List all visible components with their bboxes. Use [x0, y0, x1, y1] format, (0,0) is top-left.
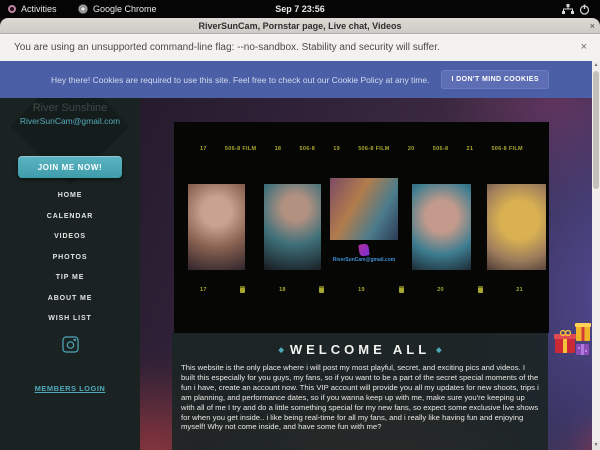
diamond-decor-icon: ◆ [430, 347, 447, 354]
film-icon [399, 286, 404, 293]
site-logo-icon [358, 243, 370, 256]
carousel-top-labels: 17 506-8 FILM 18 506-8 19 506-8 FILM 20 … [174, 146, 549, 152]
window-close-icon[interactable]: × [590, 18, 595, 34]
tag-label: 506-8 FILM [225, 146, 256, 152]
power-icon [579, 4, 590, 15]
welcome-body-text: This website is the only place where i w… [181, 363, 539, 432]
cookie-accept-button[interactable]: I DON'T MIND COOKIES [441, 70, 548, 89]
carousel-bottom-labels: 17 18 19 20 21 [174, 286, 549, 293]
carousel-thumbnail[interactable] [487, 184, 546, 270]
clock-label: Sep 7 23:56 [275, 4, 325, 14]
join-me-now-button[interactable]: JOIN ME NOW! [18, 156, 122, 178]
system-tray[interactable] [562, 0, 590, 18]
media-carousel: 17 506-8 FILM 18 506-8 19 506-8 FILM 20 … [174, 122, 549, 333]
site-logo-caption: RiverSunCam@gmail.com [330, 257, 398, 263]
welcome-panel: ◆WELCOME ALL◆ This website is the only p… [172, 333, 548, 450]
profile-email[interactable]: RiverSunCam@gmail.com [0, 116, 140, 126]
profile-name: River Sunshine [0, 102, 140, 114]
gnome-top-bar: Activities Google Chrome Sep 7 23:56 [0, 0, 600, 18]
infobar-close-icon[interactable]: × [581, 34, 587, 61]
gifts-sticker [552, 322, 596, 364]
activities-button[interactable]: Activities [8, 0, 57, 18]
members-login-link[interactable]: MEMBERS LOGIN [0, 384, 140, 393]
sidebar-item-videos[interactable]: VIDEOS [0, 227, 140, 248]
infobar-message: You are using an unsupported command-lin… [14, 42, 440, 53]
site-page: River Sunshine RiverSunCam@gmail.com JOI… [0, 98, 600, 450]
film-icon [478, 286, 483, 293]
sidebar-menu: HOME CALENDAR VIDEOS PHOTOS TIP ME ABOUT… [0, 186, 140, 330]
welcome-title-row: ◆WELCOME ALL◆ [172, 342, 548, 357]
day-label: 17 [200, 146, 207, 152]
status-dot-icon [8, 5, 16, 13]
window-title: RiverSunCam, Pornstar page, Live chat, V… [199, 21, 402, 31]
day-label: 17 [200, 287, 207, 293]
sidebar-item-photos[interactable]: PHOTOS [0, 248, 140, 269]
day-label: 21 [467, 146, 474, 152]
browser-window: RiverSunCam, Pornstar page, Live chat, V… [0, 18, 600, 450]
tag-label: 506-8 FILM [358, 146, 389, 152]
day-label: 20 [437, 287, 444, 293]
carousel-thumbnail[interactable] [188, 184, 245, 270]
clock-button[interactable]: Sep 7 23:56 [275, 0, 325, 18]
diamond-decor-icon: ◆ [272, 347, 289, 354]
tag-label: 506-8 FILM [491, 146, 522, 152]
scrollbar-up-icon[interactable]: ▲ [592, 61, 600, 70]
tag-label: 506-8 [299, 146, 315, 152]
day-label: 19 [333, 146, 340, 152]
film-icon [319, 286, 324, 293]
scrollbar-thumb[interactable] [593, 71, 599, 189]
carousel-logo: RiverSunCam@gmail.com [330, 244, 398, 263]
day-label: 19 [358, 287, 365, 293]
network-icon [562, 4, 574, 15]
carousel-thumbnail[interactable] [412, 184, 471, 270]
sidebar-item-wish-list[interactable]: WISH LIST [0, 309, 140, 330]
day-label: 21 [516, 287, 523, 293]
activities-label: Activities [21, 4, 57, 14]
tag-label: 506-8 [433, 146, 449, 152]
chrome-infobar: You are using an unsupported command-lin… [0, 34, 600, 61]
instagram-link[interactable] [0, 336, 140, 358]
scrollbar[interactable]: ▲ ▼ [592, 61, 600, 450]
sidebar: River Sunshine RiverSunCam@gmail.com JOI… [0, 98, 140, 450]
gift-boxes-icon [552, 322, 596, 364]
carousel-thumbnail[interactable] [264, 184, 321, 270]
welcome-title: WELCOME ALL [290, 342, 430, 357]
day-label: 18 [275, 146, 282, 152]
cookie-banner: Hey there! Cookies are required to use t… [0, 61, 600, 98]
camera-icon [62, 336, 79, 353]
day-label: 18 [279, 287, 286, 293]
scrollbar-down-icon[interactable]: ▼ [592, 441, 600, 450]
window-titlebar[interactable]: RiverSunCam, Pornstar page, Live chat, V… [0, 18, 600, 34]
sidebar-item-home[interactable]: HOME [0, 186, 140, 207]
sidebar-item-calendar[interactable]: CALENDAR [0, 207, 140, 228]
cookie-message: Hey there! Cookies are required to use t… [51, 75, 429, 85]
chrome-icon [78, 4, 88, 14]
film-icon [240, 286, 245, 293]
app-menu-label: Google Chrome [93, 4, 157, 14]
sidebar-item-tip-me[interactable]: TIP ME [0, 268, 140, 289]
sidebar-item-about-me[interactable]: ABOUT ME [0, 289, 140, 310]
day-label: 20 [408, 146, 415, 152]
app-menu-button[interactable]: Google Chrome [78, 0, 157, 18]
carousel-thumbnail[interactable] [330, 178, 398, 240]
